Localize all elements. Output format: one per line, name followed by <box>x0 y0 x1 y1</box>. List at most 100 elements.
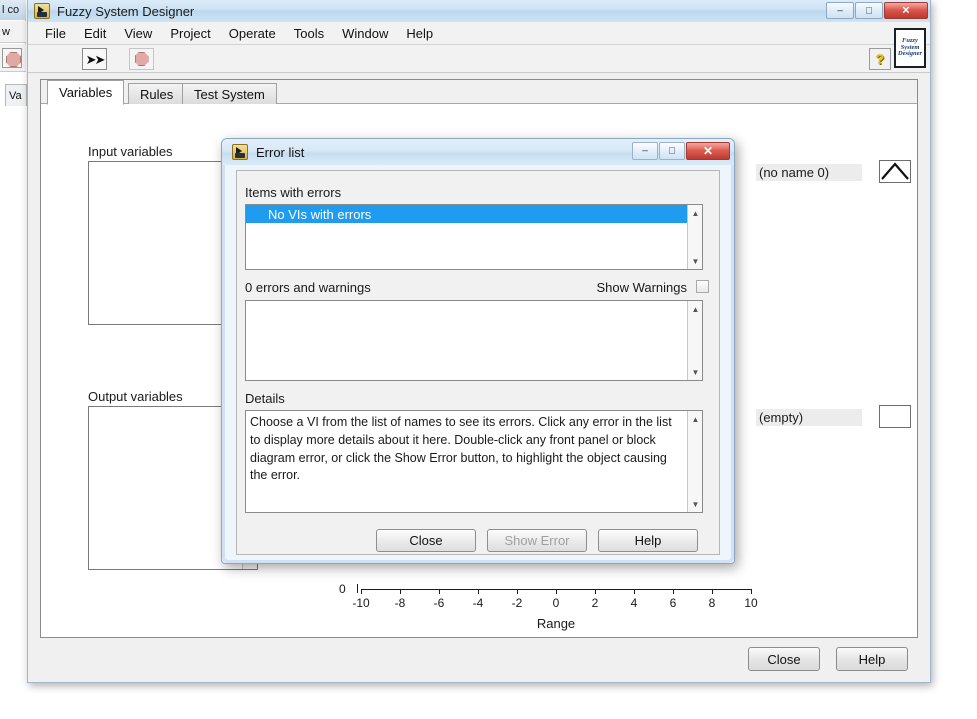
errors-and-warnings-list[interactable]: ▲ ▼ <box>245 300 703 381</box>
y-axis-zero-tick <box>357 584 358 593</box>
axis-tick <box>673 589 674 594</box>
run-arrows-glyph: ➤➤ <box>85 51 106 67</box>
abort-execution-icon[interactable] <box>129 48 154 70</box>
menu-item-help[interactable]: Help <box>397 24 442 43</box>
question-mark-glyph: ? <box>875 51 885 67</box>
background-window-left[interactable]: l co w Va <box>0 0 27 719</box>
run-continuously-icon[interactable]: ➤➤ <box>82 48 107 70</box>
tabstrip: Variables Rules Test System <box>41 80 917 105</box>
output-variable-name-field[interactable]: (empty) <box>756 409 862 426</box>
main-window-controls: – □ ✕ <box>826 2 928 19</box>
menu-item-window[interactable]: Window <box>333 24 397 43</box>
axis-tick <box>400 589 401 594</box>
axis-tick-label: -10 <box>352 596 370 610</box>
dialog-close-icon-button[interactable]: ✕ <box>686 142 730 160</box>
output-variables-label: Output variables <box>88 389 183 404</box>
tab-rules[interactable]: Rules <box>128 83 186 104</box>
background-left-tab[interactable]: Va <box>5 84 27 106</box>
menubar: File Edit View Project Operate Tools Win… <box>28 22 930 45</box>
menu-item-tools[interactable]: Tools <box>285 24 333 43</box>
axis-tick <box>595 589 596 594</box>
axis-tick <box>478 589 479 594</box>
main-close-button[interactable]: ✕ <box>884 2 928 19</box>
dialog-maximize-button[interactable]: □ <box>659 142 685 160</box>
scroll-down-icon[interactable]: ▼ <box>688 497 703 511</box>
background-left-menubar[interactable]: w <box>0 21 26 43</box>
details-label: Details <box>245 391 285 406</box>
items-with-errors-list[interactable]: No VIs with errors ▲ ▼ <box>245 204 703 270</box>
labview-vi-icon <box>34 3 50 19</box>
maximize-icon: □ <box>668 145 676 157</box>
dialog-show-error-button[interactable]: Show Error <box>487 529 587 552</box>
axis-tick <box>361 589 362 594</box>
show-warnings-checkbox[interactable] <box>696 280 709 293</box>
background-left-body <box>0 72 26 719</box>
tab-variables[interactable]: Variables <box>47 80 125 105</box>
toolbar: ➤➤ ? Fuzzy System Designer <box>28 28 930 73</box>
errors-list-scrollbar[interactable]: ▲ ▼ <box>687 301 702 380</box>
details-text: Choose a VI from the list of names to se… <box>250 415 672 483</box>
scroll-down-icon[interactable]: ▼ <box>688 365 703 379</box>
axis-tick <box>634 589 635 594</box>
minimize-icon: – <box>642 145 648 157</box>
details-textbox[interactable]: Choose a VI from the list of names to se… <box>245 410 703 513</box>
scroll-down-icon[interactable]: ▼ <box>688 254 703 268</box>
y-axis-zero-label: 0 <box>339 582 346 596</box>
labview-vi-icon <box>232 144 248 160</box>
axis-tick-label: 6 <box>669 596 677 610</box>
scroll-up-icon[interactable]: ▲ <box>688 206 703 220</box>
axis-tick <box>556 589 557 594</box>
stop-icon[interactable] <box>2 48 22 68</box>
scroll-up-icon[interactable]: ▲ <box>688 302 703 316</box>
axis-title: Range <box>536 616 576 631</box>
menu-item-edit[interactable]: Edit <box>75 24 115 43</box>
axis-tick-label: -6 <box>433 596 445 610</box>
empty-shape-icon[interactable] <box>879 405 911 428</box>
stop-octagon-glyph <box>134 52 149 66</box>
dialog-title: Error list <box>256 144 305 160</box>
axis-tick-label: -2 <box>511 596 523 610</box>
help-button[interactable]: Help <box>836 647 908 671</box>
menu-item-operate[interactable]: Operate <box>220 24 285 43</box>
context-help-icon[interactable]: ? <box>869 48 891 70</box>
dialog-titlebar[interactable]: Error list – □ ✕ <box>222 139 734 165</box>
tab-test-system[interactable]: Test System <box>182 83 277 104</box>
menu-item-file[interactable]: File <box>36 24 75 43</box>
axis-tick <box>439 589 440 594</box>
axis-tick <box>517 589 518 594</box>
menu-item-project[interactable]: Project <box>161 24 219 43</box>
background-left-titlebar: l co <box>0 0 26 20</box>
axis-tick <box>712 589 713 594</box>
items-list-scrollbar[interactable]: ▲ ▼ <box>687 205 702 269</box>
axis-tick-label: 2 <box>591 596 599 610</box>
triangle-membership-icon[interactable] <box>879 160 911 183</box>
errors-and-warnings-count: 0 errors and warnings <box>245 280 371 295</box>
close-icon: ✕ <box>702 144 714 158</box>
dialog-body: Items with errors No VIs with errors ▲ ▼… <box>236 170 720 555</box>
show-warnings-label: Show Warnings <box>596 280 687 295</box>
axis-tick-label: 10 <box>744 596 758 610</box>
input-variable-name-field[interactable]: (no name 0) <box>756 164 862 181</box>
axis-tick-label: 0 <box>552 596 560 610</box>
menu-item-view[interactable]: View <box>115 24 161 43</box>
main-minimize-button[interactable]: – <box>826 2 854 19</box>
scroll-up-icon[interactable]: ▲ <box>688 412 703 426</box>
list-item[interactable]: No VIs with errors <box>246 205 687 223</box>
main-titlebar[interactable]: Fuzzy System Designer – □ ✕ <box>28 0 930 22</box>
dialog-help-button[interactable]: Help <box>598 529 698 552</box>
axis-tick-label: -4 <box>472 596 484 610</box>
main-maximize-button[interactable]: □ <box>855 2 883 19</box>
app-icon-line-3: Designer <box>897 50 923 58</box>
background-window-right[interactable]: – □ <box>931 0 977 719</box>
screen-root: l co w Va – □ Fuzzy System Designer <box>0 0 977 719</box>
fuzzy-system-designer-app-icon[interactable]: Fuzzy System Designer <box>894 28 926 68</box>
dialog-minimize-button[interactable]: – <box>632 142 658 160</box>
close-icon: ✕ <box>901 5 911 16</box>
range-axis: Range -10 -8 -6 -4 -2 0 2 4 6 8 10 <box>352 589 758 649</box>
maximize-icon: □ <box>865 5 873 16</box>
details-scrollbar[interactable]: ▲ ▼ <box>687 411 702 512</box>
close-button[interactable]: Close <box>748 647 820 671</box>
dialog-close-button[interactable]: Close <box>376 529 476 552</box>
axis-tick-label: -8 <box>394 596 406 610</box>
dialog-window-controls: – □ ✕ <box>632 142 730 160</box>
